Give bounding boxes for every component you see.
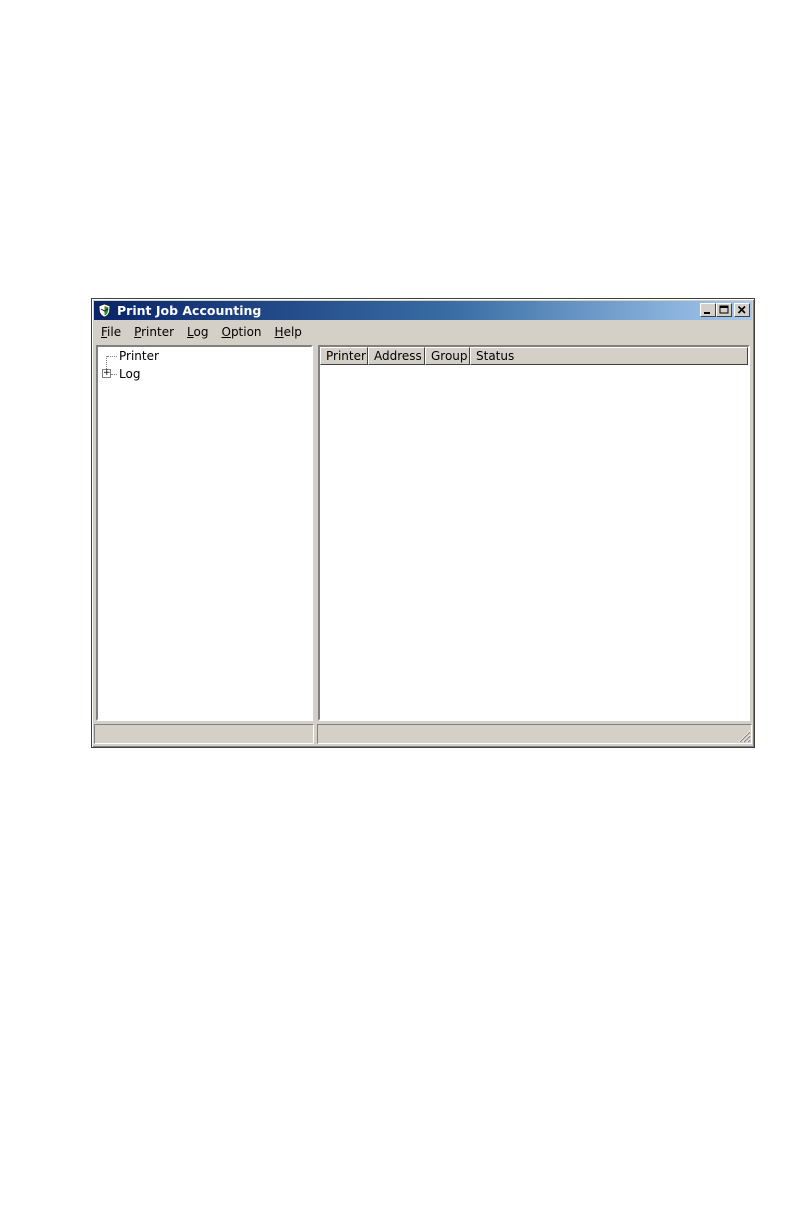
- list-header: Printer Address Group Status: [320, 347, 748, 365]
- window-title: Print Job Accounting: [117, 303, 262, 318]
- title-bar[interactable]: Print Job Accounting: [94, 301, 752, 320]
- menu-mnemonic: H: [274, 325, 284, 339]
- tree-line: [107, 356, 117, 357]
- resize-grip-icon[interactable]: [737, 729, 751, 743]
- menu-help[interactable]: Help: [268, 322, 308, 342]
- close-button[interactable]: [734, 303, 750, 317]
- maximize-icon: [719, 305, 729, 314]
- tree-item-printer[interactable]: Printer: [98, 347, 298, 365]
- column-header-status[interactable]: Status: [470, 347, 748, 365]
- column-header-printer[interactable]: Printer: [320, 347, 368, 365]
- minimize-button[interactable]: [700, 303, 716, 317]
- menu-option[interactable]: Option: [214, 322, 267, 342]
- expand-plus-icon[interactable]: +: [102, 369, 111, 378]
- menu-log[interactable]: Log: [180, 322, 214, 342]
- menu-bar: File Printer Log Option Help: [94, 322, 752, 342]
- printer-list-view[interactable]: Printer Address Group Status: [318, 345, 750, 721]
- menu-file[interactable]: File: [94, 322, 127, 342]
- status-bar: [94, 724, 752, 744]
- column-header-group[interactable]: Group: [425, 347, 470, 365]
- close-icon: [737, 305, 746, 314]
- status-panel-left: [94, 724, 314, 744]
- menu-mnemonic: O: [221, 325, 231, 339]
- window-controls: [700, 303, 750, 317]
- app-shield-icon: [97, 303, 112, 318]
- menu-label: ile: [107, 325, 122, 339]
- app-window: Print Job Accounting File Printer Log Op…: [91, 298, 755, 748]
- menu-label: rinter: [141, 325, 175, 339]
- tree-item-log[interactable]: + Log: [98, 365, 298, 383]
- column-header-address[interactable]: Address: [368, 347, 425, 365]
- tree-item-label: Printer: [119, 349, 159, 363]
- tree-line: [111, 374, 117, 375]
- menu-label: og: [193, 325, 209, 339]
- menu-printer[interactable]: Printer: [127, 322, 180, 342]
- tree-item-label: Log: [119, 367, 141, 381]
- menu-label: elp: [283, 325, 302, 339]
- minimize-icon: [704, 312, 710, 314]
- maximize-button[interactable]: [716, 303, 732, 317]
- status-panel-right: [317, 724, 752, 744]
- menu-label: ption: [230, 325, 262, 339]
- tree-view[interactable]: Printer + Log: [96, 345, 313, 721]
